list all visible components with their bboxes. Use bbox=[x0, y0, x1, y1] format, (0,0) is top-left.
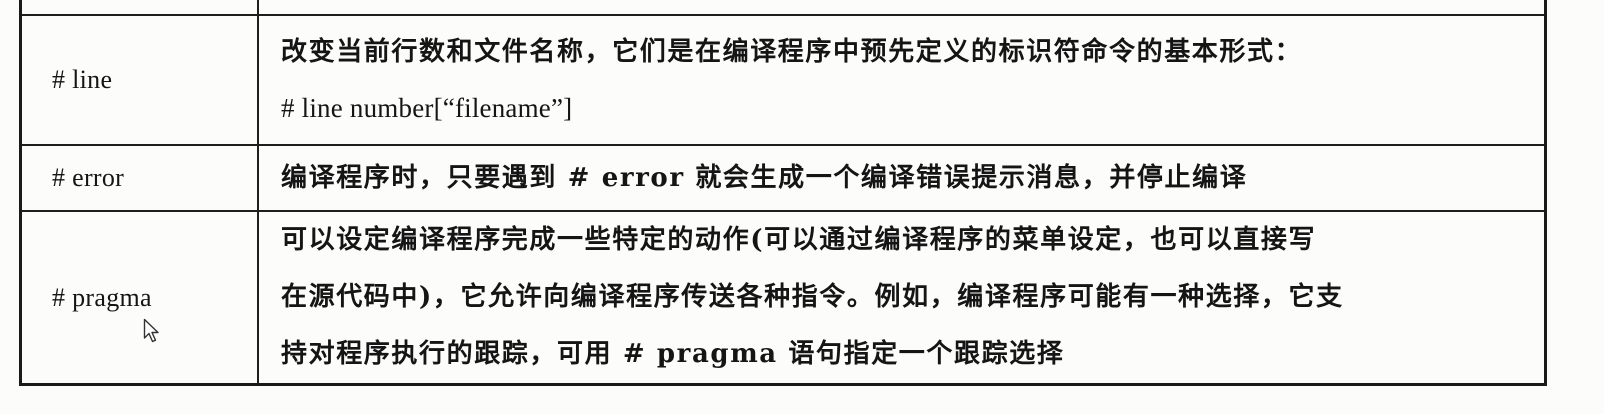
directive-description-pragma: 可以设定编译程序完成一些特定的动作(可以通过编译程序的菜单设定，也可以直接写 在… bbox=[258, 210, 1546, 386]
table-row-partial bbox=[20, 0, 1546, 16]
mouse-pointer-icon bbox=[143, 318, 159, 343]
table-cell-empty bbox=[258, 0, 1546, 16]
table-row: # pragma 可以设定编译程序完成一些特定的动作(可以通过编译程序的菜单设定… bbox=[20, 210, 1546, 386]
description-text-line: 可以设定编译程序完成一些特定的动作(可以通过编译程序的菜单设定，也可以直接写 bbox=[281, 225, 1317, 255]
description-text-line: 改变当前行数和文件名称，它们是在编译程序中预先定义的标识符命令的基本形式： bbox=[281, 37, 1303, 67]
document-page: # line 改变当前行数和文件名称，它们是在编译程序中预先定义的标识符命令的基… bbox=[0, 0, 1604, 414]
description-text-line: 持对程序执行的跟踪，可用 # pragma 语句指定一个跟踪选择 bbox=[281, 339, 1065, 369]
directive-description-line: 改变当前行数和文件名称，它们是在编译程序中预先定义的标识符命令的基本形式： # … bbox=[258, 14, 1546, 146]
table-row: # error 编译程序时，只要遇到 # error 就会生成一个编译错误提示消… bbox=[20, 144, 1546, 212]
directive-name-error: # error bbox=[20, 144, 259, 212]
description-text-line: 在源代码中)，它允许向编译程序传送各种指令。例如，编译程序可能有一种选择，它支 bbox=[281, 282, 1344, 312]
description-text-line: 编译程序时，只要遇到 # error 就会生成一个编译错误提示消息，并停止编译 bbox=[281, 162, 1248, 193]
syntax-example: # line number[“filename”] bbox=[281, 93, 573, 123]
directive-description-error: 编译程序时，只要遇到 # error 就会生成一个编译错误提示消息，并停止编译 bbox=[258, 144, 1546, 212]
directive-name-pragma: # pragma bbox=[20, 210, 259, 386]
table-row: # line 改变当前行数和文件名称，它们是在编译程序中预先定义的标识符命令的基… bbox=[20, 14, 1546, 146]
preprocessor-directives-table: # line 改变当前行数和文件名称，它们是在编译程序中预先定义的标识符命令的基… bbox=[19, 0, 1547, 386]
table-cell-empty bbox=[20, 0, 259, 16]
directive-name-line: # line bbox=[20, 14, 259, 146]
